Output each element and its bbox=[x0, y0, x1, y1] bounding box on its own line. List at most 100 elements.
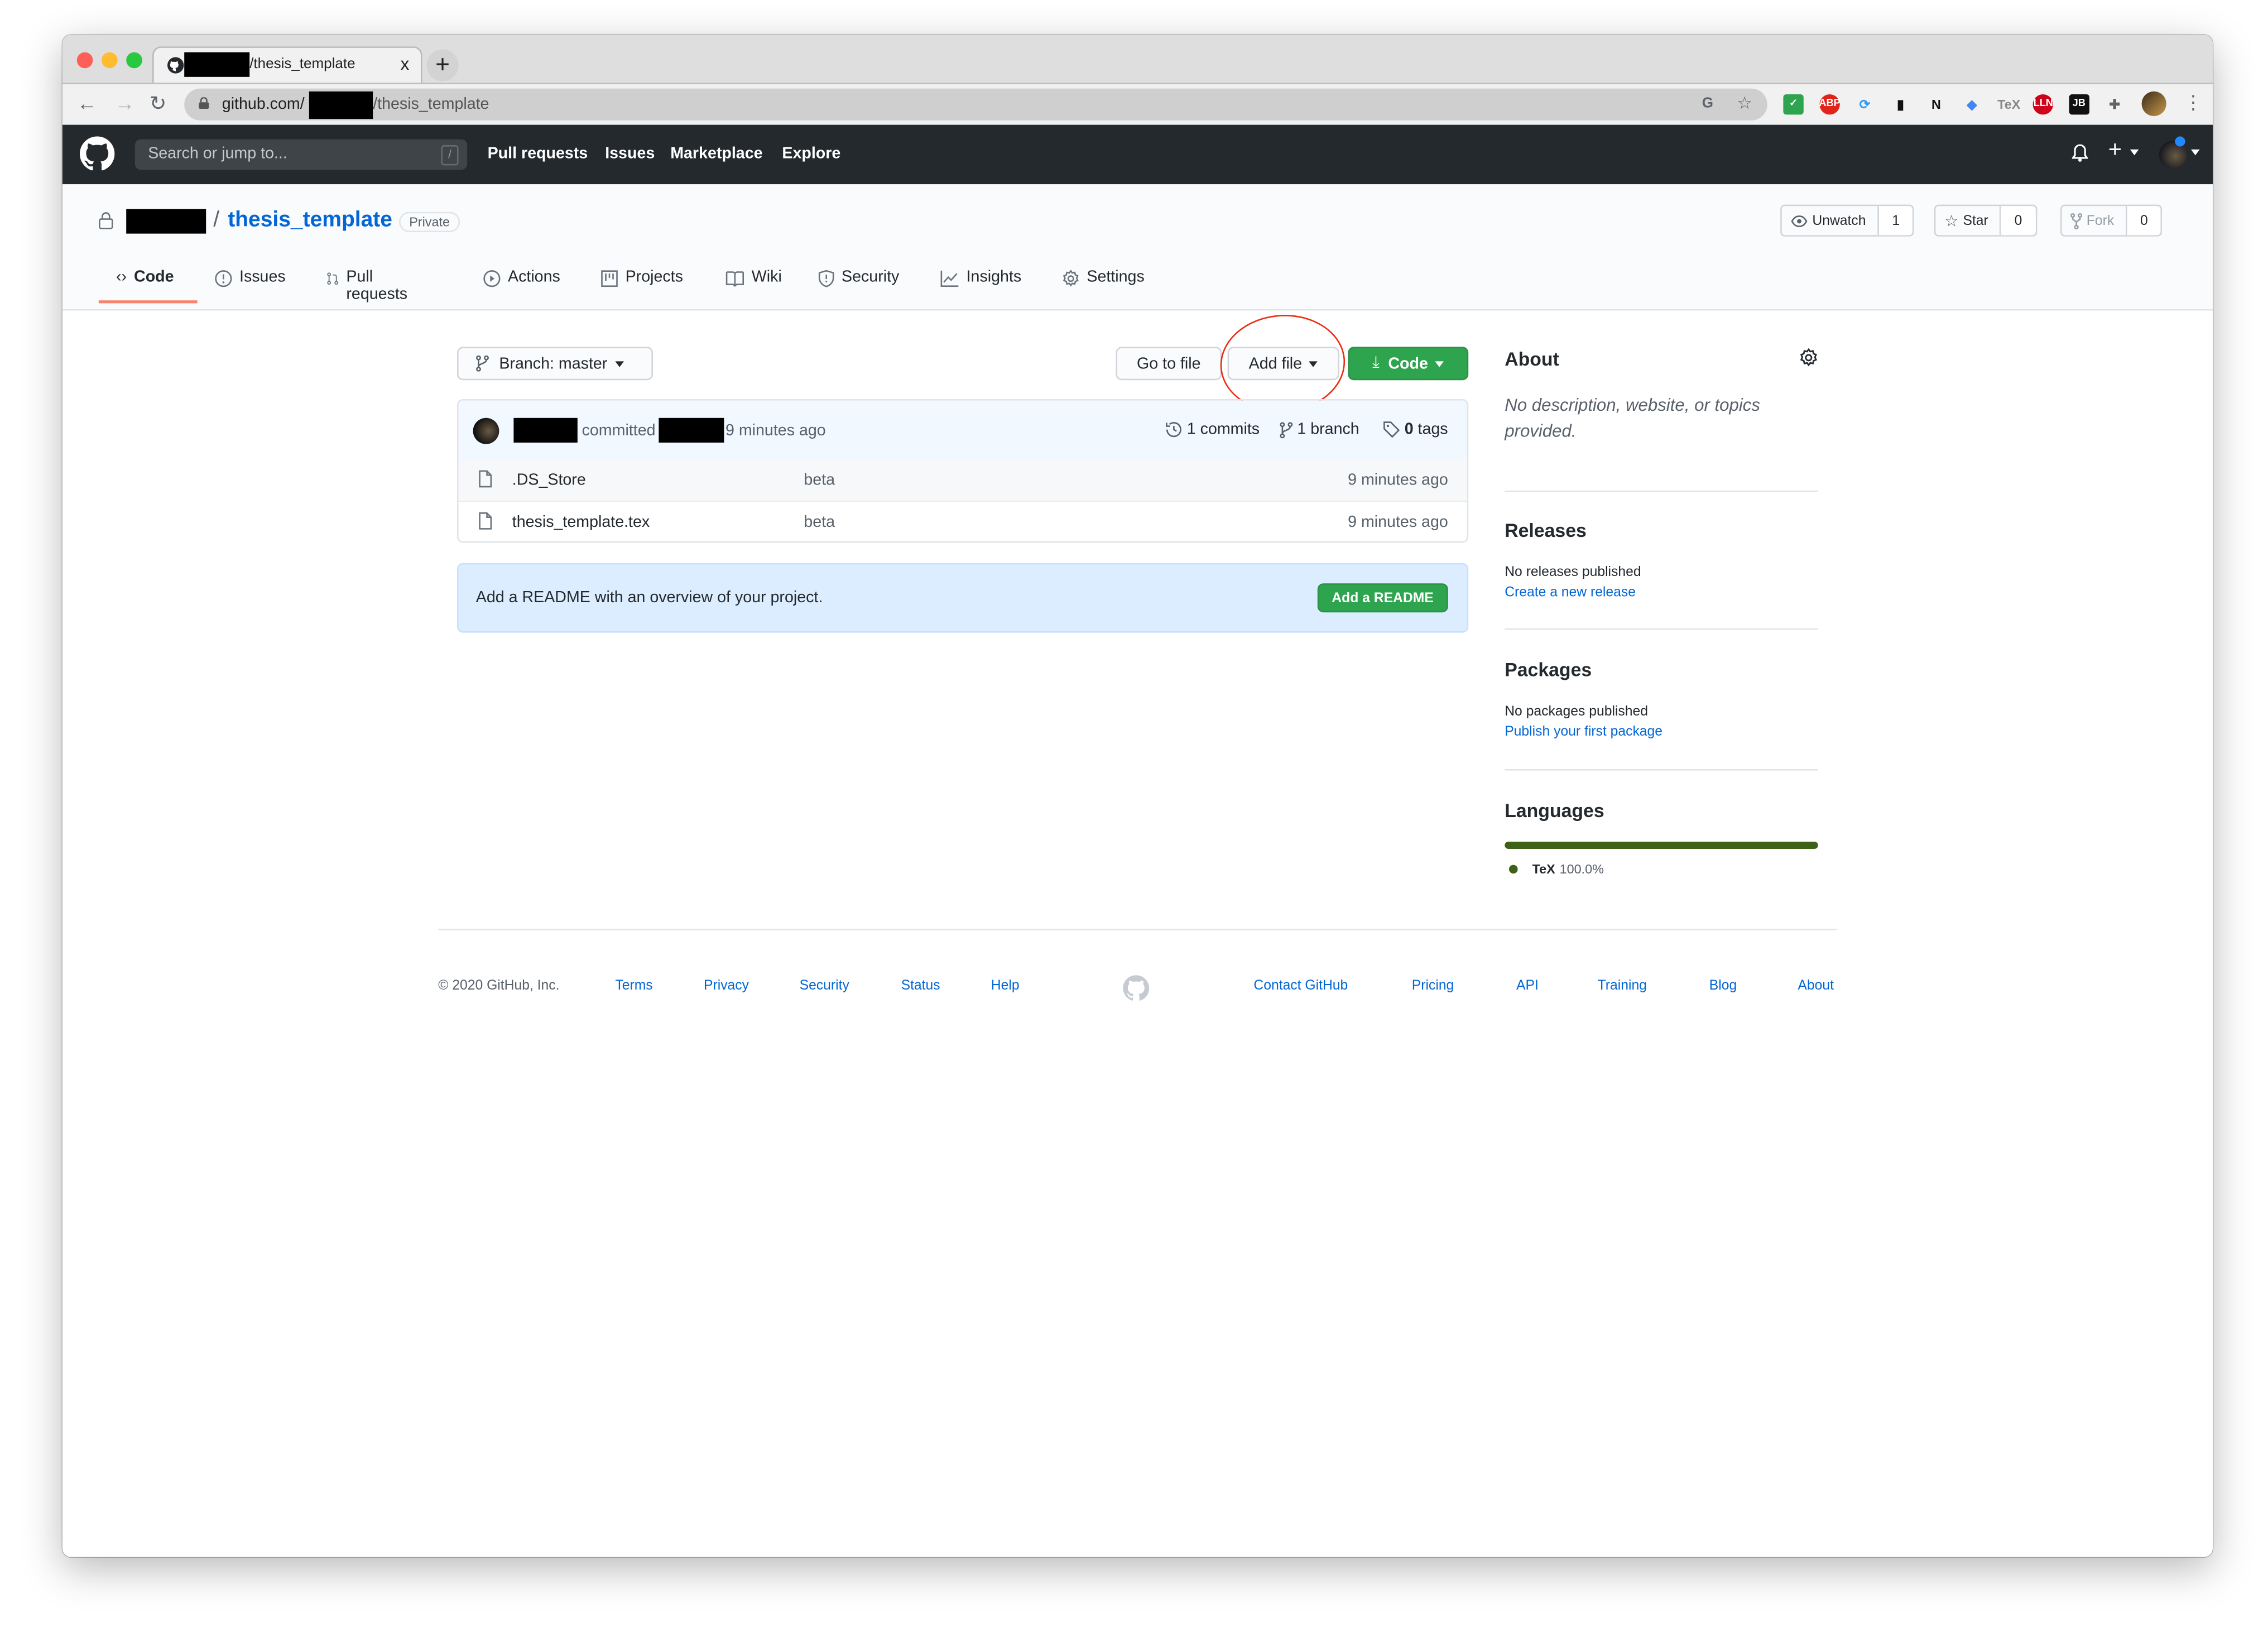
nav-explore[interactable]: Explore bbox=[782, 145, 840, 162]
footer-link-blog[interactable]: Blog bbox=[1709, 978, 1737, 994]
releases-heading[interactable]: Releases bbox=[1505, 520, 1587, 541]
footer-link-terms[interactable]: Terms bbox=[615, 978, 652, 994]
github-favicon-icon bbox=[167, 57, 184, 74]
language-bar bbox=[1505, 842, 1818, 849]
branch-select-button[interactable]: Branch: master bbox=[457, 347, 653, 381]
publish-package-link[interactable]: Publish your first package bbox=[1505, 724, 1662, 740]
nav-issues[interactable]: Issues bbox=[605, 145, 655, 162]
file-commit-message[interactable]: beta bbox=[804, 472, 835, 489]
tab-actions[interactable]: Actions bbox=[483, 268, 560, 309]
create-new-plus-icon[interactable]: + bbox=[2108, 138, 2122, 164]
search-input[interactable]: Search or jump to... / bbox=[134, 139, 468, 170]
search-placeholder: Search or jump to... bbox=[148, 145, 287, 163]
tab-label: Actions bbox=[507, 268, 560, 286]
footer-link-security[interactable]: Security bbox=[800, 978, 849, 994]
redacted-owner[interactable] bbox=[126, 209, 206, 234]
fork-button-group: Fork 0 bbox=[2060, 204, 2163, 237]
committer-avatar[interactable] bbox=[473, 417, 499, 444]
history-icon bbox=[1166, 422, 1181, 438]
bookmark-extension-icon[interactable]: ▮ bbox=[1890, 94, 1910, 114]
code-download-button[interactable]: ⤓ Code bbox=[1348, 347, 1469, 381]
language-bar-segment-tex[interactable] bbox=[1505, 842, 1818, 849]
minimize-window-button[interactable] bbox=[102, 52, 118, 69]
footer-link-api[interactable]: API bbox=[1516, 978, 1539, 994]
commits-link[interactable]: 1 commits bbox=[1165, 421, 1260, 438]
tab-label: Insights bbox=[966, 268, 1022, 286]
packages-heading[interactable]: Packages bbox=[1505, 659, 1592, 680]
language-item-tex[interactable]: TeX 100.0% bbox=[1509, 862, 1604, 876]
add-readme-button[interactable]: Add a README bbox=[1317, 583, 1448, 613]
stargazers-count[interactable]: 0 bbox=[2001, 206, 2035, 236]
tab-settings[interactable]: Settings bbox=[1062, 268, 1145, 309]
forks-count[interactable]: 0 bbox=[2127, 206, 2161, 236]
branches-link[interactable]: 1 branch bbox=[1280, 421, 1359, 438]
about-description: No description, website, or topics provi… bbox=[1505, 395, 1761, 441]
profile-avatar[interactable] bbox=[2141, 91, 2166, 116]
unwatch-label: Unwatch bbox=[1812, 212, 1866, 229]
readme-prompt: Add a README with an overview of your pr… bbox=[457, 563, 1469, 633]
tab-pull-requests[interactable]: Pull requests bbox=[326, 268, 412, 309]
notion-icon[interactable]: N bbox=[1926, 94, 1946, 114]
tab-insights[interactable]: Insights bbox=[940, 268, 1021, 309]
extensions-puzzle-icon[interactable]: ✚ bbox=[2104, 94, 2125, 114]
footer-github-logo-icon[interactable] bbox=[1123, 975, 1150, 1001]
releases-status: No releases published bbox=[1505, 564, 1641, 580]
check-extension-icon[interactable]: ✓ bbox=[1783, 94, 1804, 115]
file-row[interactable]: thesis_template.tex beta 9 minutes ago bbox=[459, 502, 1467, 541]
footer-link-training[interactable]: Training bbox=[1598, 978, 1647, 994]
github-logo-icon[interactable] bbox=[80, 136, 115, 171]
tab-wiki[interactable]: Wiki bbox=[725, 268, 782, 309]
create-release-link[interactable]: Create a new release bbox=[1505, 585, 1636, 601]
redacted-owner bbox=[309, 91, 373, 119]
back-icon[interactable]: ← bbox=[77, 92, 97, 115]
forward-icon[interactable]: → bbox=[114, 92, 134, 115]
footer-link-about[interactable]: About bbox=[1798, 978, 1834, 994]
star-button[interactable]: ☆ Star bbox=[1935, 206, 2002, 236]
file-commit-message[interactable]: beta bbox=[804, 513, 835, 531]
nav-marketplace[interactable]: Marketplace bbox=[670, 145, 762, 162]
footer-link-contact[interactable]: Contact GitHub bbox=[1253, 978, 1348, 994]
footer-link-help[interactable]: Help bbox=[991, 978, 1020, 994]
browser-tab[interactable]: /thesis_template x bbox=[152, 46, 422, 84]
footer-link-pricing[interactable]: Pricing bbox=[1412, 978, 1454, 994]
create-new-caret-icon[interactable] bbox=[2130, 149, 2139, 156]
notifications-bell-icon[interactable] bbox=[2072, 143, 2088, 162]
file-row[interactable]: .DS_Store beta 9 minutes ago bbox=[458, 460, 1467, 502]
browser-toolbar: ← → ↻ github.com/ /thesis_template G ☆ ✓… bbox=[62, 83, 2213, 128]
code-brackets-icon: ‹› bbox=[116, 268, 127, 286]
reload-icon[interactable]: ↻ bbox=[150, 92, 167, 116]
unwatch-button[interactable]: Unwatch bbox=[1782, 206, 1879, 236]
close-window-button[interactable] bbox=[76, 52, 93, 69]
tex-extension-icon[interactable]: TeX bbox=[1997, 94, 2020, 114]
about-settings-gear-icon[interactable] bbox=[1799, 348, 1818, 367]
close-tab-icon[interactable]: x bbox=[401, 54, 410, 74]
address-bar[interactable]: github.com/ /thesis_template G ☆ bbox=[184, 88, 1767, 121]
pull-request-icon bbox=[327, 272, 339, 285]
tab-security[interactable]: Security bbox=[818, 268, 899, 309]
watchers-count[interactable]: 1 bbox=[1878, 206, 1913, 236]
adblock-plus-icon[interactable]: ABP bbox=[1819, 94, 1841, 115]
caret-down-icon bbox=[614, 361, 623, 367]
footer-link-privacy[interactable]: Privacy bbox=[704, 978, 749, 994]
maximize-window-button[interactable] bbox=[126, 52, 142, 69]
diamond-extension-icon[interactable]: ◆ bbox=[1962, 94, 1982, 114]
lln-extension-icon[interactable]: LLN bbox=[2033, 94, 2054, 115]
file-name-link[interactable]: thesis_template.tex bbox=[512, 513, 650, 531]
tags-link[interactable]: 0 tags bbox=[1383, 421, 1448, 438]
jetbrains-icon[interactable]: JB bbox=[2069, 94, 2089, 115]
tab-projects[interactable]: Projects bbox=[600, 268, 683, 309]
bookmark-star-icon[interactable]: ☆ bbox=[1737, 93, 1752, 113]
file-name-link[interactable]: .DS_Store bbox=[512, 472, 586, 489]
footer-link-status[interactable]: Status bbox=[901, 978, 940, 994]
fork-icon bbox=[2070, 212, 2082, 229]
browser-menu-icon[interactable]: ⋮ bbox=[2184, 92, 2203, 115]
sync-extension-icon[interactable]: ⟳ bbox=[1854, 94, 1875, 114]
fork-button[interactable]: Fork bbox=[2062, 206, 2127, 236]
repo-name-link[interactable]: thesis_template bbox=[228, 208, 392, 232]
new-tab-button[interactable]: + bbox=[426, 49, 459, 81]
go-to-file-button[interactable]: Go to file bbox=[1116, 347, 1222, 381]
translate-icon[interactable]: G bbox=[1702, 96, 1713, 112]
tab-issues[interactable]: Issues bbox=[215, 268, 286, 309]
user-menu-caret-icon[interactable] bbox=[2190, 149, 2200, 156]
nav-pull-requests[interactable]: Pull requests bbox=[488, 145, 588, 162]
